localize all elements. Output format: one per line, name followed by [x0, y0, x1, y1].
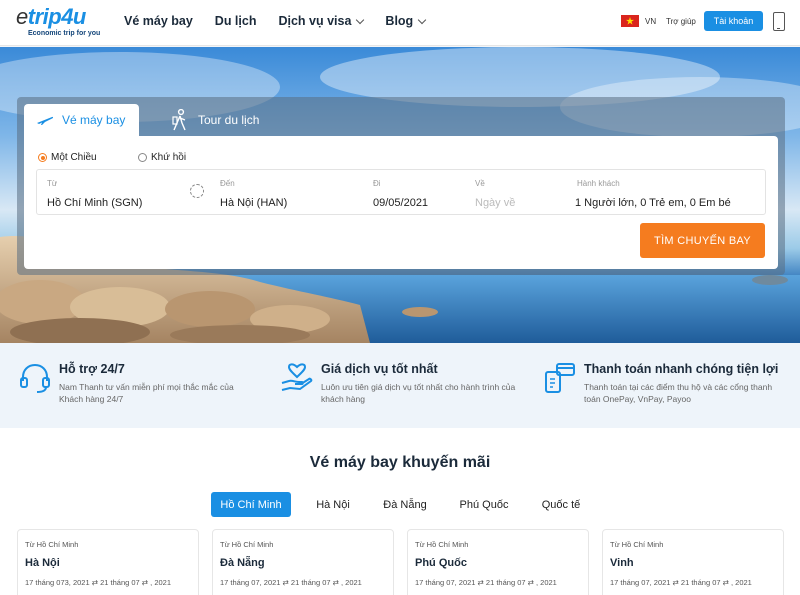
- chevron-down-icon: [356, 15, 365, 24]
- logo-wordmark: etrip4u: [16, 4, 86, 29]
- promo-title: Vé máy bay khuyến mãi: [309, 454, 491, 471]
- nav-item-flights[interactable]: Vé máy bay: [124, 14, 193, 28]
- features-strip: Hỗ trợ 24/7 Nam Thanh tư vấn miễn phí mọ…: [0, 343, 800, 428]
- radio-one-way[interactable]: Một Chiều: [38, 152, 97, 163]
- tab-tours[interactable]: Tour du lịch: [166, 104, 276, 136]
- promo-card[interactable]: Từ Hồ Chí Minh Vinh 17 tháng 07, 2021 ⇄ …: [602, 529, 784, 595]
- flight-search-form: Một Chiều Khứ hồi Từ Hồ Chí Minh (SGN) Đ…: [24, 136, 778, 269]
- from-field[interactable]: Từ Hồ Chí Minh (SGN): [37, 170, 207, 214]
- to-field[interactable]: Đến Hà Nội (HAN): [212, 170, 362, 214]
- promo-card[interactable]: Từ Hồ Chí Minh Phú Quốc 17 tháng 07, 202…: [407, 529, 589, 595]
- return-date-field[interactable]: Về Ngày về: [469, 170, 569, 214]
- radio-round-trip[interactable]: Khứ hồi: [138, 152, 186, 163]
- search-fields: Từ Hồ Chí Minh (SGN) Đến Hà Nội (HAN) Đi…: [36, 169, 766, 215]
- help-link[interactable]: Trợ giúp: [666, 17, 696, 26]
- site-header: etrip4u Economic trip for you Vé máy bay…: [0, 0, 800, 46]
- logo-tagline: Economic trip for you: [28, 30, 101, 37]
- tab-flights[interactable]: Vé máy bay: [24, 104, 139, 136]
- headset-icon: [20, 363, 50, 393]
- chevron-down-icon: [417, 15, 427, 24]
- radio-selected-icon: [38, 153, 47, 162]
- traveler-icon: [170, 109, 190, 131]
- swap-icon[interactable]: [190, 184, 204, 198]
- tab-da-nang[interactable]: Đà Nẵng: [378, 492, 432, 517]
- nav-item-blog[interactable]: Blog: [385, 14, 427, 28]
- tab-ho-chi-minh[interactable]: Hồ Chí Minh: [211, 492, 291, 517]
- tab-international[interactable]: Quốc tế: [537, 492, 585, 517]
- account-button[interactable]: Tài khoản: [704, 11, 763, 31]
- mobile-phone-icon[interactable]: [773, 12, 785, 31]
- depart-date-field[interactable]: Đi 09/05/2021: [367, 170, 467, 214]
- airplane-icon: [36, 114, 54, 126]
- nav-item-visa[interactable]: Dịch vụ visa: [278, 14, 365, 28]
- vietnam-flag-icon[interactable]: [621, 15, 639, 27]
- promo-card[interactable]: Từ Hồ Chí Minh Đà Nẵng 17 tháng 07, 2021…: [212, 529, 394, 595]
- promo-section: Vé máy bay khuyến mãi Hồ Chí Minh Hà Nội…: [0, 428, 800, 595]
- promo-card[interactable]: Từ Hồ Chí Minh Hà Nội 17 tháng 073, 2021…: [17, 529, 199, 595]
- tab-phu-quoc[interactable]: Phú Quốc: [454, 492, 514, 517]
- etrip4u-logo[interactable]: etrip4u Economic trip for you: [16, 4, 106, 40]
- payment-icon: [545, 363, 575, 393]
- passengers-field[interactable]: Hành khách 1 Người lớn, 0 Trẻ em, 0 Em b…: [571, 170, 766, 214]
- language-selector[interactable]: VN: [645, 17, 656, 26]
- heart-hand-icon: [281, 363, 313, 391]
- tab-ha-noi[interactable]: Hà Nội: [308, 492, 358, 517]
- main-nav: Vé máy bay Du lịch Dịch vụ visa Blog: [124, 14, 447, 28]
- search-flights-button[interactable]: TÌM CHUYẾN BAY: [640, 223, 765, 258]
- nav-item-travel[interactable]: Du lịch: [215, 14, 257, 28]
- radio-unselected-icon: [138, 153, 147, 162]
